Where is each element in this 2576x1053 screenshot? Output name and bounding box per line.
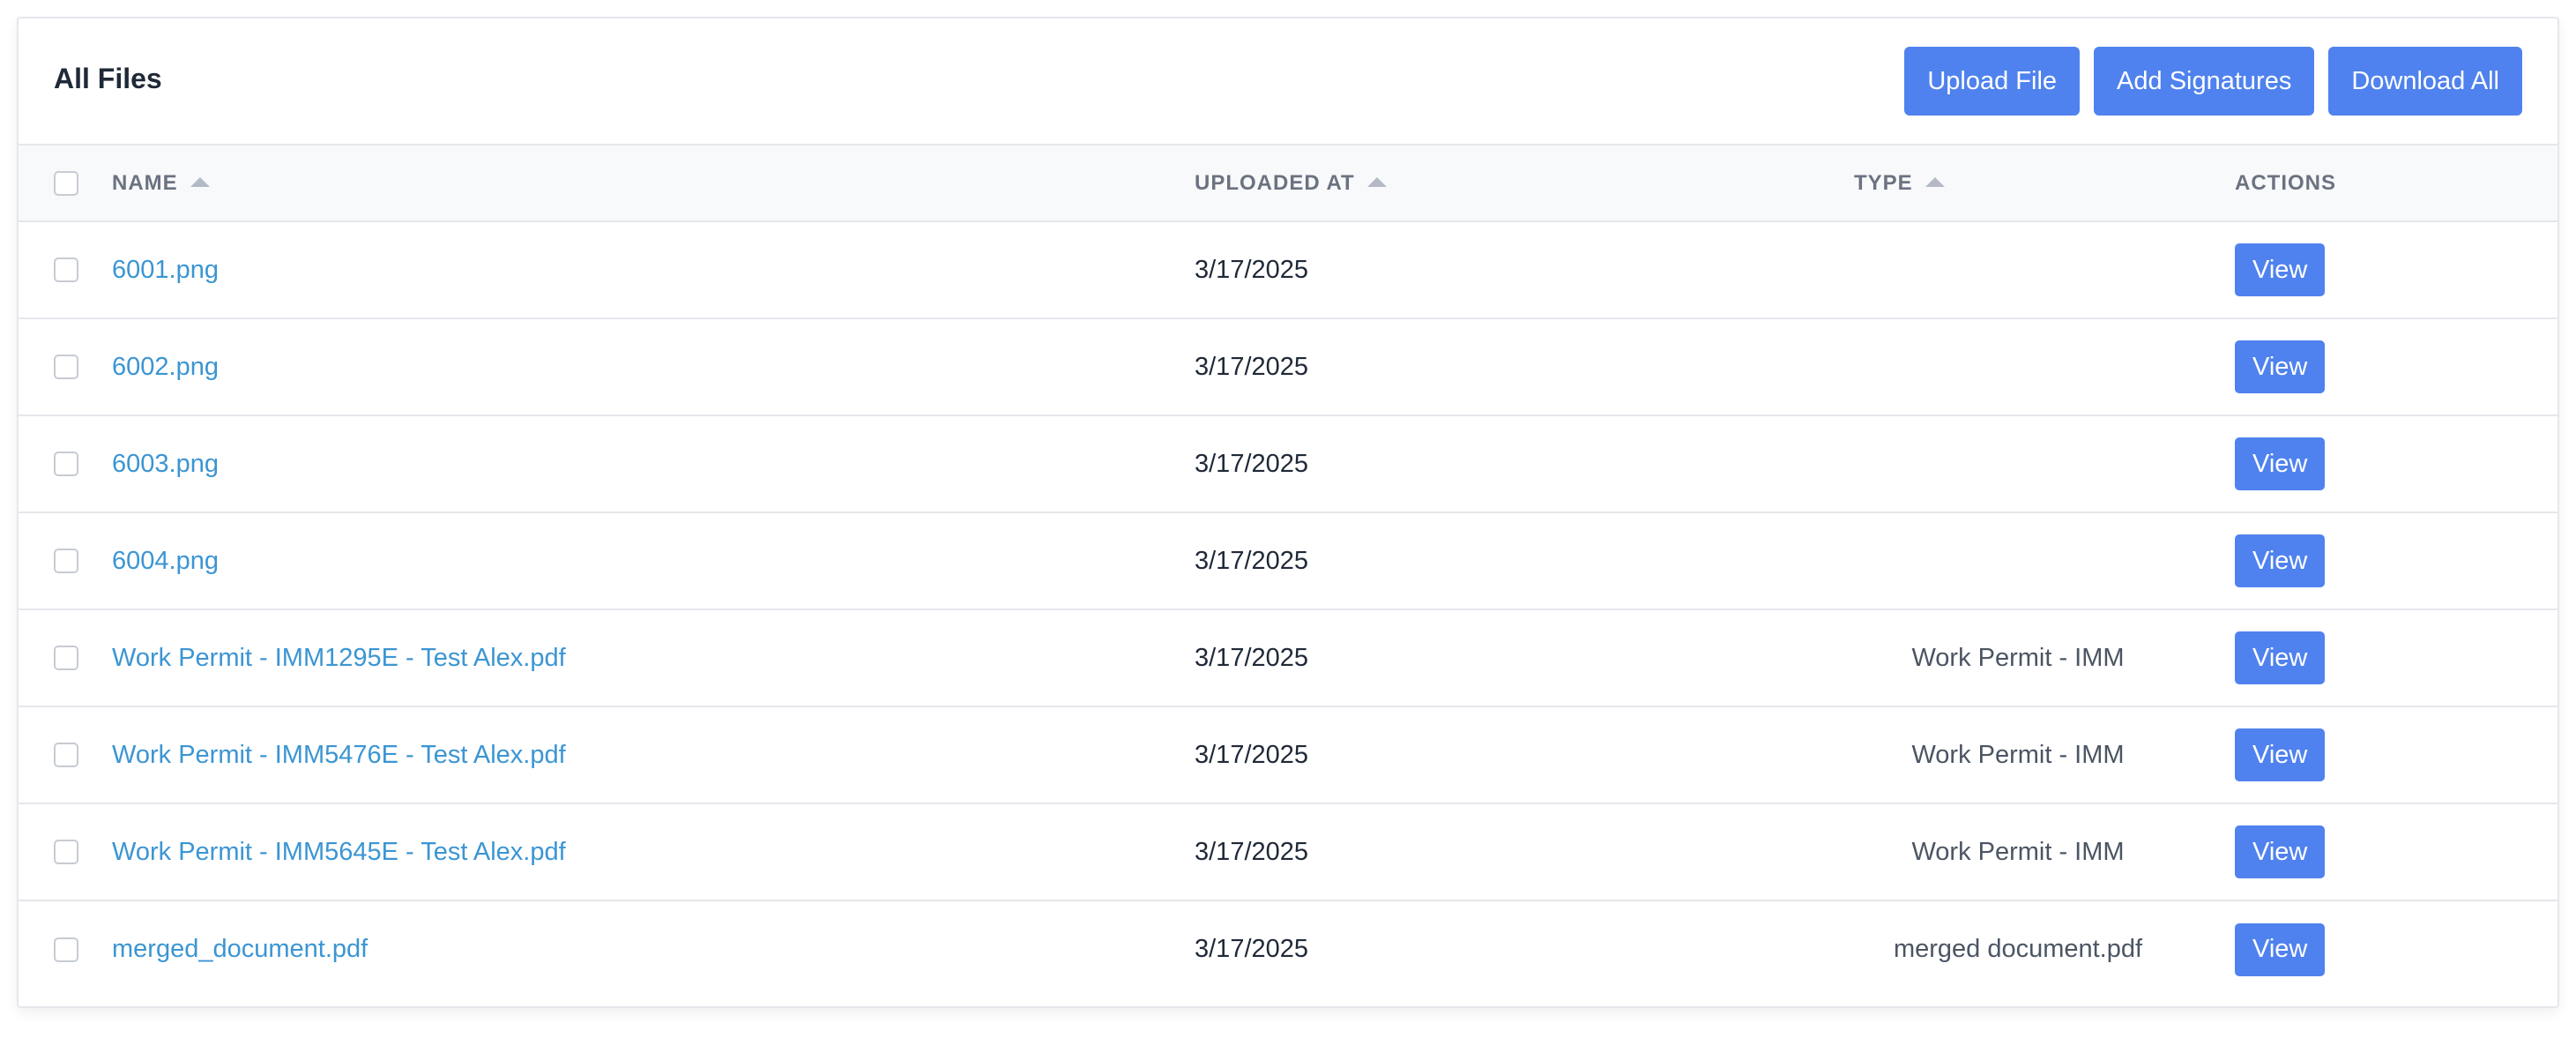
- table-row: Work Permit - IMM5645E - Test Alex.pdf 3…: [19, 803, 2557, 900]
- uploaded-at-cell: 3/17/2025: [1195, 740, 1309, 769]
- download-all-button[interactable]: Download All: [2328, 47, 2522, 116]
- upload-file-button[interactable]: Upload File: [1904, 47, 2081, 116]
- type-cell: Work Permit - IMM: [1911, 837, 2125, 866]
- column-header-actions-label: ACTIONS: [2235, 170, 2336, 195]
- file-name-link[interactable]: 6004.png: [112, 547, 219, 575]
- uploaded-at-cell: 3/17/2025: [1195, 643, 1309, 672]
- column-header-type-label: TYPE: [1854, 170, 1913, 195]
- table-row: merged_document.pdf 3/17/2025 merged doc…: [19, 900, 2557, 997]
- column-header-type[interactable]: TYPE: [1801, 146, 2235, 221]
- type-cell: [1801, 415, 2235, 512]
- row-checkbox[interactable]: [54, 743, 78, 767]
- table-body: 6001.png 3/17/2025 View 6002.png 3/17/20…: [19, 221, 2557, 997]
- uploaded-at-cell: 3/17/2025: [1195, 449, 1309, 478]
- type-cell: Work Permit - IMM: [1911, 643, 2125, 672]
- table-header: NAME UPLOADED AT TYPE ACTIONS: [19, 146, 2557, 221]
- sort-asc-icon[interactable]: [1925, 176, 1945, 187]
- view-button[interactable]: View: [2235, 825, 2326, 878]
- header-actions: Upload File Add Signatures Download All: [1904, 47, 2522, 116]
- panel-header: All Files Upload File Add Signatures Dow…: [19, 19, 2557, 146]
- file-name-link[interactable]: 6003.png: [112, 450, 219, 478]
- files-table: NAME UPLOADED AT TYPE ACTIONS 6001.png 3…: [19, 146, 2557, 997]
- type-cell: Work Permit - IMM: [1911, 740, 2125, 769]
- column-header-name-label: NAME: [112, 170, 178, 195]
- file-name-link[interactable]: Work Permit - IMM5476E - Test Alex.pdf: [112, 741, 566, 769]
- select-all-cell: [19, 146, 112, 221]
- file-name-link[interactable]: 6002.png: [112, 353, 219, 381]
- type-cell: [1801, 318, 2235, 415]
- table-row: 6003.png 3/17/2025 View: [19, 415, 2557, 512]
- uploaded-at-cell: 3/17/2025: [1195, 546, 1309, 575]
- row-checkbox[interactable]: [54, 452, 78, 476]
- table-row: 6001.png 3/17/2025 View: [19, 221, 2557, 318]
- row-checkbox[interactable]: [54, 937, 78, 962]
- column-header-uploaded-at-label: UPLOADED AT: [1195, 170, 1355, 195]
- sort-asc-icon[interactable]: [1366, 176, 1387, 187]
- column-header-actions: ACTIONS: [2235, 146, 2557, 221]
- uploaded-at-cell: 3/17/2025: [1195, 837, 1309, 866]
- file-name-link[interactable]: merged_document.pdf: [112, 935, 368, 963]
- type-cell: merged document.pdf: [1893, 935, 2143, 963]
- file-name-link[interactable]: Work Permit - IMM1295E - Test Alex.pdf: [112, 644, 566, 672]
- table-row: 6004.png 3/17/2025 View: [19, 512, 2557, 609]
- view-button[interactable]: View: [2235, 340, 2326, 393]
- column-header-uploaded-at[interactable]: UPLOADED AT: [1195, 146, 1801, 221]
- file-name-link[interactable]: 6001.png: [112, 256, 219, 284]
- uploaded-at-cell: 3/17/2025: [1195, 935, 1309, 963]
- files-panel: All Files Upload File Add Signatures Dow…: [17, 17, 2559, 1008]
- table-row: Work Permit - IMM1295E - Test Alex.pdf 3…: [19, 609, 2557, 706]
- select-all-checkbox[interactable]: [54, 170, 78, 196]
- view-button[interactable]: View: [2235, 631, 2326, 684]
- file-name-link[interactable]: Work Permit - IMM5645E - Test Alex.pdf: [112, 838, 566, 866]
- sort-asc-icon[interactable]: [190, 176, 210, 187]
- view-button[interactable]: View: [2235, 922, 2326, 976]
- view-button[interactable]: View: [2235, 243, 2326, 296]
- column-header-name[interactable]: NAME: [112, 146, 1195, 221]
- table-row: 6002.png 3/17/2025 View: [19, 318, 2557, 415]
- row-checkbox[interactable]: [54, 549, 78, 573]
- uploaded-at-cell: 3/17/2025: [1195, 352, 1309, 381]
- page-title: All Files: [54, 63, 162, 94]
- add-signatures-button[interactable]: Add Signatures: [2094, 47, 2315, 116]
- uploaded-at-cell: 3/17/2025: [1195, 255, 1309, 284]
- type-cell: [1801, 512, 2235, 609]
- table-header-row: NAME UPLOADED AT TYPE ACTIONS: [19, 146, 2557, 221]
- view-button[interactable]: View: [2235, 534, 2326, 587]
- view-button[interactable]: View: [2235, 437, 2326, 490]
- view-button[interactable]: View: [2235, 728, 2326, 781]
- table-row: Work Permit - IMM5476E - Test Alex.pdf 3…: [19, 706, 2557, 803]
- type-cell: [1801, 221, 2235, 318]
- row-checkbox[interactable]: [54, 258, 78, 282]
- row-checkbox[interactable]: [54, 646, 78, 670]
- row-checkbox[interactable]: [54, 840, 78, 864]
- row-checkbox[interactable]: [54, 355, 78, 379]
